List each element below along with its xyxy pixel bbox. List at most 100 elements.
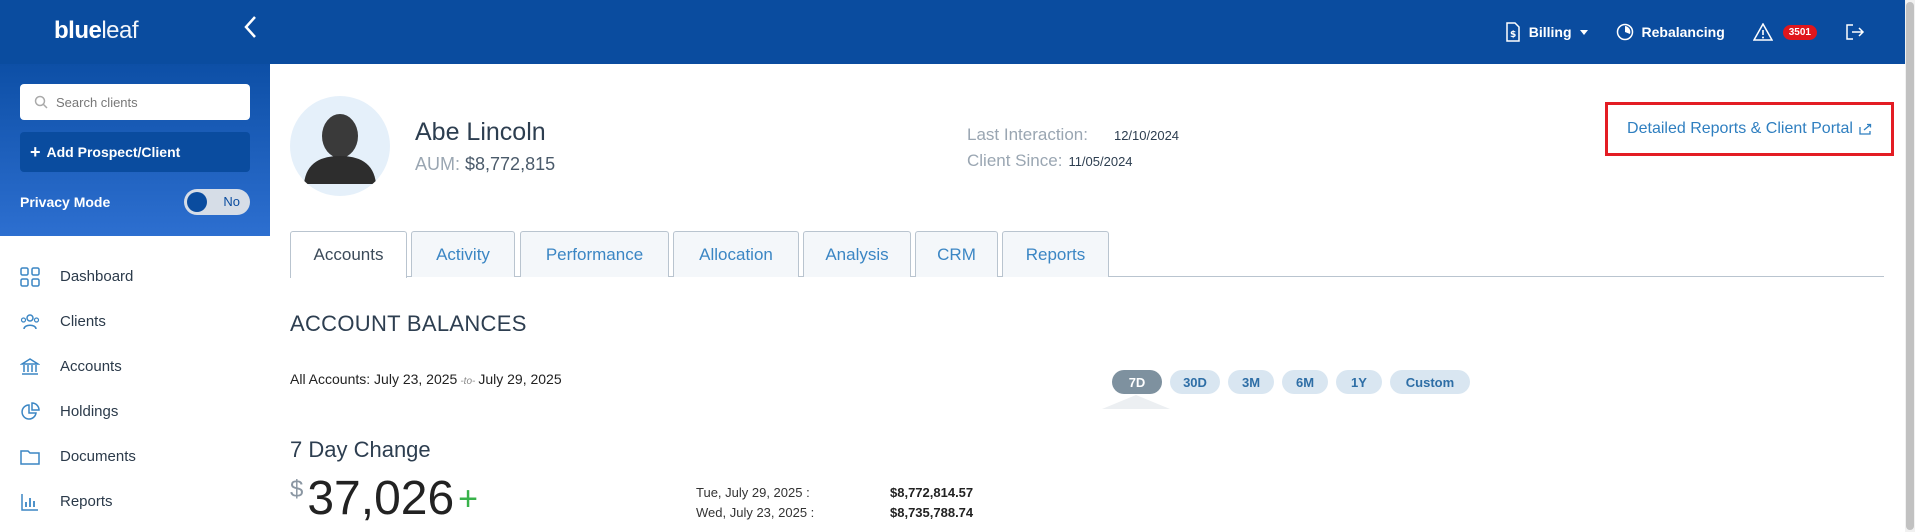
date-range: All Accounts: July 23, 2025 -to- July 29, … [290, 371, 562, 387]
balance-amount: $8,772,814.57 [890, 484, 974, 500]
period-selector: 7D 30D 3M 6M 1Y Custom [1112, 370, 1470, 394]
balance-list: Tue, July 29, 2025 : $8,772,814.57 Wed, J… [696, 482, 973, 522]
sidebar-header: + Add Prospect/Client Privacy Mode No [0, 64, 270, 236]
toggle-knob [187, 192, 207, 212]
sidebar-item-holdings[interactable]: Holdings [0, 389, 270, 434]
rebalancing-button[interactable]: Rebalancing [1616, 23, 1725, 41]
search-icon [34, 95, 48, 109]
sidebar-item-accounts[interactable]: Accounts [0, 344, 270, 389]
client-tabs: Accounts Activity Performance Allocation… [290, 231, 1884, 278]
change-value: 37,026 [307, 472, 455, 525]
change-currency: $ [290, 476, 304, 503]
sidebar-item-clients[interactable]: Clients [0, 299, 270, 344]
search-box[interactable] [20, 84, 250, 120]
dashboard-icon [20, 266, 40, 287]
period-3m[interactable]: 3M [1228, 370, 1274, 394]
detailed-reports-label: Detailed Reports & Client Portal [1627, 120, 1853, 137]
client-avatar [290, 96, 390, 196]
period-custom[interactable]: Custom [1390, 370, 1470, 394]
top-bar: blueleaf $ Billing Rebalancing 3501 [0, 0, 1905, 64]
external-link-icon [1859, 123, 1872, 135]
sidebar-nav: Dashboard Clients Accounts Holdings Docu… [0, 254, 270, 524]
range-end: July 29, 2025 [478, 371, 562, 387]
tab-performance[interactable]: Performance [520, 231, 669, 277]
pie-chart-icon [21, 401, 40, 420]
sidebar-item-label: Holdings [60, 403, 119, 420]
privacy-mode-row: Privacy Mode No [20, 188, 250, 216]
client-name: Abe Lincoln [415, 118, 546, 146]
add-button-label: Add Prospect/Client [46, 144, 181, 160]
brand-logo[interactable]: blueleaf [54, 17, 139, 45]
account-balances-title: ACCOUNT BALANCES [290, 311, 527, 336]
billing-label: Billing [1528, 24, 1572, 40]
range-prefix: All Accounts: [290, 371, 371, 387]
sidebar-item-reports[interactable]: Reports [0, 479, 270, 524]
plus-icon: + [30, 141, 41, 162]
logout-icon [1846, 24, 1865, 40]
tab-analysis[interactable]: Analysis [803, 231, 911, 277]
privacy-mode-toggle[interactable]: No [184, 189, 250, 215]
logout-button[interactable] [1845, 23, 1865, 41]
tab-accounts[interactable]: Accounts [290, 231, 407, 278]
alerts-button[interactable]: 3501 [1752, 23, 1817, 41]
alert-count-badge: 3501 [1782, 24, 1817, 40]
aum-value: $8,772,815 [465, 154, 556, 174]
period-6m[interactable]: 6M [1282, 370, 1328, 394]
sidebar-item-label: Reports [60, 493, 113, 510]
bank-icon [20, 357, 40, 375]
person-silhouette-icon [304, 114, 376, 184]
sidebar-item-documents[interactable]: Documents [0, 434, 270, 479]
change-title: 7 Day Change [290, 437, 431, 462]
add-prospect-client-button[interactable]: + Add Prospect/Client [20, 132, 250, 172]
last-interaction-label: Last Interaction: [967, 125, 1088, 144]
tab-allocation[interactable]: Allocation [673, 231, 799, 277]
balance-date: Wed, July 23, 2025 : [696, 504, 815, 520]
sidebar-item-label: Accounts [60, 358, 122, 375]
detailed-reports-link[interactable]: Detailed Reports & Client Portal [1605, 102, 1894, 156]
folder-icon [20, 449, 40, 465]
tab-activity[interactable]: Activity [411, 231, 515, 277]
balance-row: Tue, July 29, 2025 : $8,772,814.57 [696, 482, 973, 502]
privacy-mode-label: Privacy Mode [20, 194, 111, 210]
balance-date: Tue, July 29, 2025 : [696, 484, 810, 500]
warning-icon [1752, 23, 1773, 41]
sidebar-item-label: Dashboard [60, 268, 134, 285]
rebalancing-label: Rebalancing [1641, 24, 1725, 40]
billing-menu[interactable]: $ Billing [1505, 22, 1588, 42]
client-since-label: Client Since: [967, 151, 1063, 170]
scrollbar-thumb[interactable] [1906, 2, 1914, 530]
main-content: Abe Lincoln AUM: $8,772,815 Last Interac… [270, 64, 1905, 532]
sidebar-item-dashboard[interactable]: Dashboard [0, 254, 270, 299]
sidebar-item-label: Documents [60, 448, 136, 465]
client-aum: AUM: $8,772,815 [415, 154, 555, 175]
tab-crm[interactable]: CRM [915, 231, 998, 277]
tab-reports[interactable]: Reports [1002, 231, 1109, 277]
last-interaction-value: 12/10/2024 [1113, 127, 1180, 143]
period-1y[interactable]: 1Y [1336, 370, 1382, 394]
client-since-value: 11/05/2024 [1068, 153, 1133, 169]
client-meta: Last Interaction: 12/10/2024 Client Since… [967, 122, 1179, 174]
aum-label: AUM: [415, 154, 460, 174]
period-caret [1102, 395, 1170, 409]
page-scrollbar[interactable] [1905, 0, 1915, 532]
chevron-left-icon [244, 16, 256, 38]
bar-chart-icon [21, 493, 38, 511]
rebalance-icon [1616, 23, 1633, 41]
search-input[interactable] [56, 94, 236, 110]
period-7d[interactable]: 7D [1112, 370, 1162, 394]
balance-amount: $8,735,788.74 [890, 504, 974, 520]
sidebar: + Add Prospect/Client Privacy Mode No Da… [0, 64, 270, 532]
invoice-icon: $ [1505, 22, 1520, 42]
change-sign: + [458, 480, 479, 518]
svg-text:$: $ [1510, 30, 1516, 40]
collapse-sidebar-button[interactable] [238, 14, 262, 46]
clients-icon [20, 313, 40, 329]
range-start: July 23, 2025 [374, 371, 458, 387]
period-30d[interactable]: 30D [1170, 370, 1220, 394]
range-separator: -to- [460, 376, 476, 387]
caret-down-icon [1579, 29, 1588, 35]
change-amount: $ 37,026 + [290, 472, 478, 526]
privacy-mode-value: No [223, 194, 240, 209]
sidebar-item-label: Clients [60, 313, 106, 330]
balance-row: Wed, July 23, 2025 : $8,735,788.74 [696, 502, 973, 522]
